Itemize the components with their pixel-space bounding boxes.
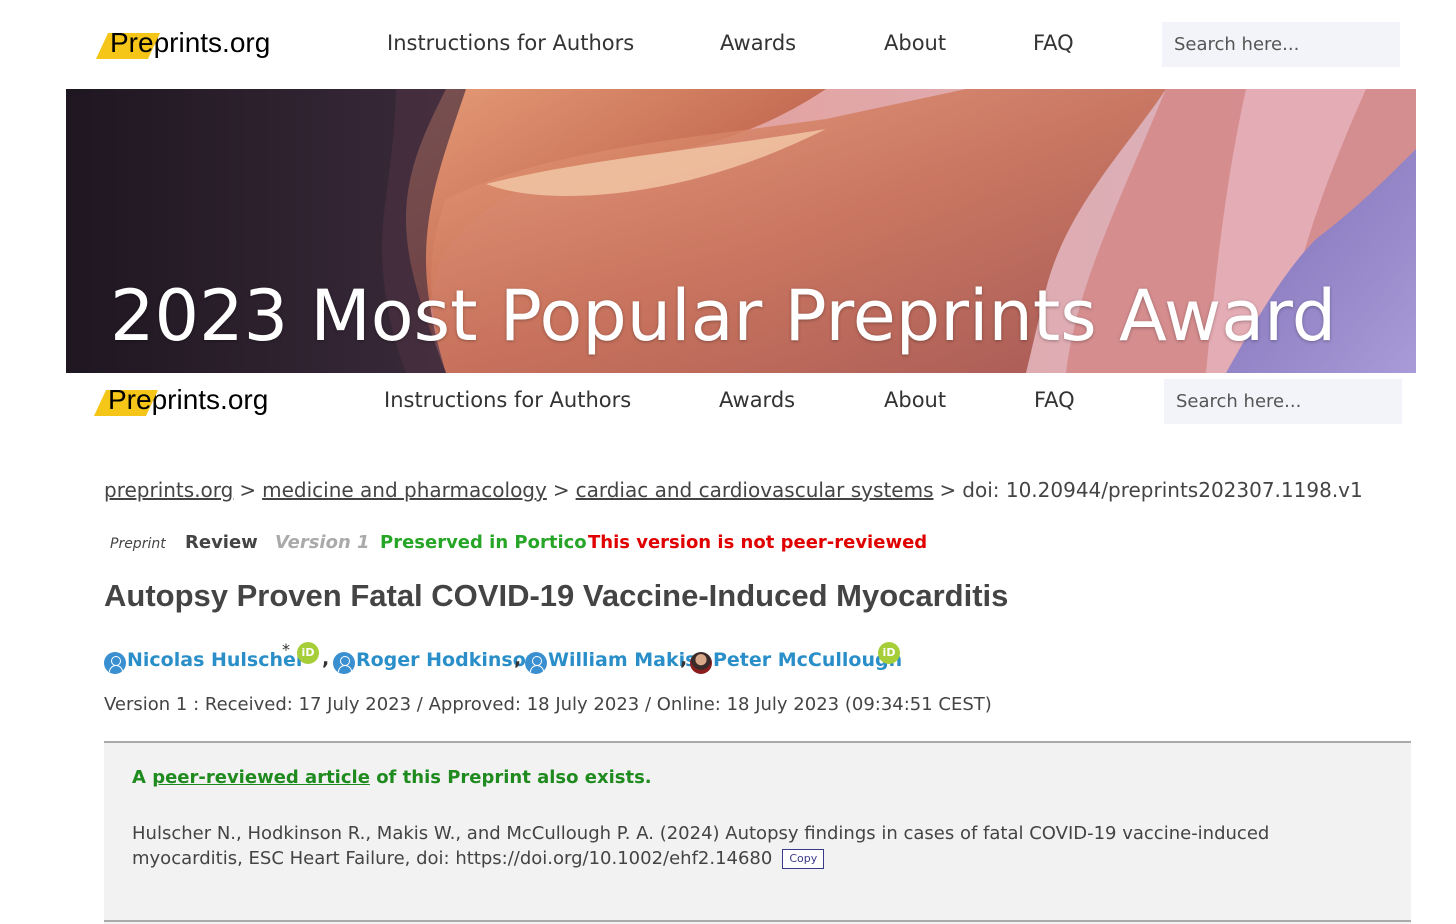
nav-about[interactable]: About (884, 388, 946, 412)
nav-awards[interactable]: Awards (720, 31, 796, 55)
author-hulscher[interactable]: Nicolas Hulscher (104, 646, 305, 674)
breadcrumb-cardiac[interactable]: cardiac and cardiovascular systems (576, 478, 934, 502)
breadcrumb: preprints.org > medicine and pharmacology >… (104, 478, 1363, 502)
breadcrumb-doi: doi: 10.20944/preprints202307.1198.v1 (962, 478, 1363, 502)
author-hodkinson[interactable]: Roger Hodkinson (333, 646, 539, 674)
site-logo[interactable]: Pre prints.org (110, 23, 270, 63)
secondary-nav: Pre prints.org Instructions for Authors A… (0, 372, 1456, 432)
logo-rest: prints.org (153, 27, 271, 58)
nav-awards[interactable]: Awards (719, 388, 795, 412)
nav-instructions-for-authors[interactable]: Instructions for Authors (387, 31, 634, 55)
top-nav: Pre prints.org Instructions for Authors A… (0, 15, 1456, 75)
citation: Hulscher N., Hodkinson R., Makis W., and… (132, 821, 1372, 871)
logo-rest: prints.org (151, 384, 269, 415)
orcid-icon[interactable]: iD (297, 642, 319, 664)
copy-button[interactable]: Copy (782, 849, 825, 869)
breadcrumb-home[interactable]: preprints.org (104, 478, 233, 502)
user-icon (525, 652, 547, 674)
search-input[interactable] (1162, 22, 1400, 67)
article-title: Autopsy Proven Fatal COVID-19 Vaccine-In… (104, 578, 1009, 613)
user-icon (104, 652, 126, 674)
award-banner[interactable]: 2023 Most Popular Preprints Award (66, 89, 1416, 373)
author-photo (690, 652, 712, 674)
author-makis[interactable]: William Makis (525, 646, 696, 674)
divider (104, 920, 1411, 922)
search-input[interactable] (1164, 379, 1402, 424)
site-logo[interactable]: Pre prints.org (108, 380, 268, 420)
tag-not-peer-reviewed: This version is not peer-reviewed (588, 532, 928, 553)
peer-reviewed-heading: A peer-reviewed article of this Preprint… (132, 767, 652, 788)
nav-instructions-for-authors[interactable]: Instructions for Authors (384, 388, 631, 412)
logo-pre: Pre (108, 384, 152, 415)
tag-portico: Preserved in Portico (380, 532, 587, 553)
user-icon (333, 652, 355, 674)
tag-review: Review (185, 532, 258, 553)
peer-reviewed-article-link[interactable]: peer-reviewed article (152, 767, 370, 788)
nav-about[interactable]: About (884, 31, 946, 55)
nav-faq[interactable]: FAQ (1034, 388, 1075, 412)
citation-text: Hulscher N., Hodkinson R., Makis W., and… (132, 823, 1270, 869)
peer-reviewed-notice: A peer-reviewed article of this Preprint… (104, 741, 1411, 924)
tag-preprint: Preprint (110, 536, 166, 552)
logo-pre: Pre (110, 27, 154, 58)
breadcrumb-medicine[interactable]: medicine and pharmacology (262, 478, 547, 502)
author-mccullough[interactable]: Peter McCullough (690, 646, 902, 674)
corresponding-marker: * (282, 640, 290, 659)
nav-faq[interactable]: FAQ (1033, 31, 1074, 55)
banner-title: 2023 Most Popular Preprints Award (110, 275, 1337, 357)
orcid-icon[interactable]: iD (878, 642, 900, 664)
version-history: Version 1 : Received: 17 July 2023 / App… (104, 694, 992, 715)
tag-version: Version 1 (275, 532, 370, 553)
